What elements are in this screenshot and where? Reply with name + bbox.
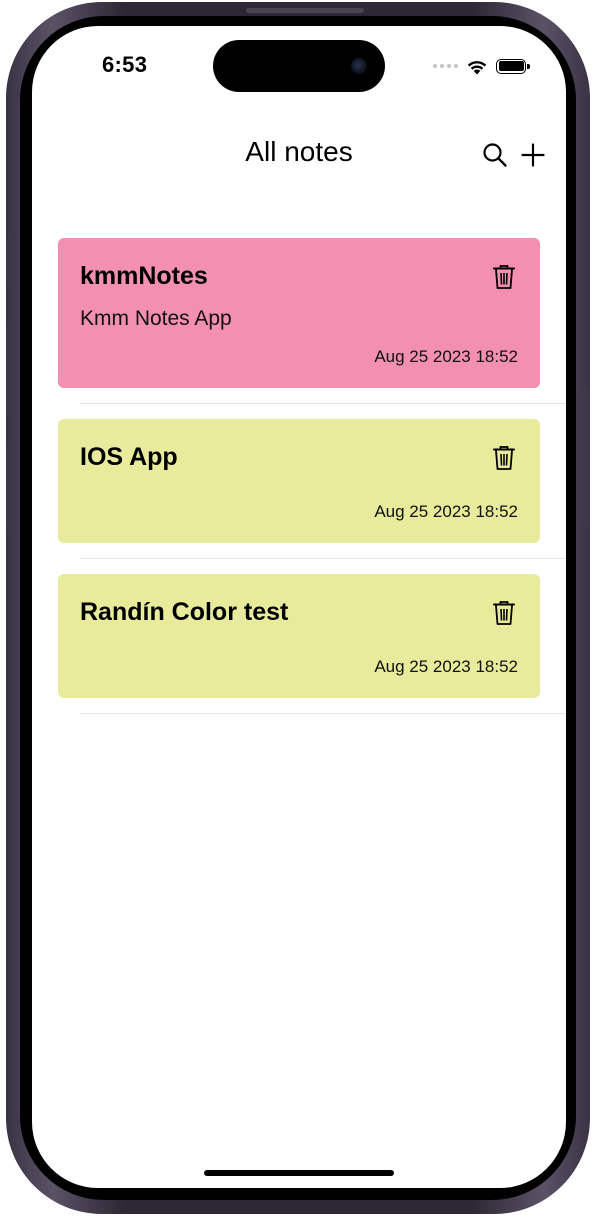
trash-icon xyxy=(493,601,515,625)
add-note-button[interactable] xyxy=(520,142,546,168)
status-indicators xyxy=(433,56,530,76)
note-card[interactable]: kmmNotes Kmm Notes App Aug 25 2023 18:52 xyxy=(58,238,540,388)
screen: 6:53 All notes kmmNotes Kmm Notes App Au… xyxy=(32,26,566,1188)
note-card[interactable]: IOS App Aug 25 2023 18:52 xyxy=(58,419,540,543)
battery-icon xyxy=(496,58,530,74)
divider xyxy=(80,403,566,404)
list-item: Randín Color test Aug 25 2023 18:52 xyxy=(58,574,566,714)
wifi-icon xyxy=(467,60,487,74)
dynamic-island xyxy=(213,40,385,92)
action-button xyxy=(7,238,13,284)
divider xyxy=(80,558,566,559)
plus-icon xyxy=(521,143,545,167)
list-item: IOS App Aug 25 2023 18:52 xyxy=(58,419,566,574)
search-button[interactable] xyxy=(482,142,508,168)
note-title: kmmNotes xyxy=(80,262,208,290)
camera-icon xyxy=(351,58,367,74)
divider xyxy=(80,713,566,714)
volume-down-button xyxy=(7,442,13,534)
note-title: IOS App xyxy=(80,443,178,471)
volume-up-button xyxy=(7,324,13,416)
note-card[interactable]: Randín Color test Aug 25 2023 18:52 xyxy=(58,574,540,698)
speaker-grille xyxy=(246,8,364,13)
status-time: 6:53 xyxy=(102,52,148,77)
note-title: Randín Color test xyxy=(80,598,289,626)
home-indicator[interactable] xyxy=(204,1170,394,1176)
delete-note-button[interactable] xyxy=(492,445,518,471)
list-item: kmmNotes Kmm Notes App Aug 25 2023 18:52 xyxy=(58,238,566,419)
note-body: Kmm Notes App xyxy=(80,307,232,330)
delete-note-button[interactable] xyxy=(492,264,518,290)
power-button xyxy=(583,388,589,528)
trash-icon xyxy=(493,265,515,289)
delete-note-button[interactable] xyxy=(492,600,518,626)
note-date: Aug 25 2023 18:52 xyxy=(374,657,518,676)
note-date: Aug 25 2023 18:52 xyxy=(374,347,518,366)
note-date: Aug 25 2023 18:52 xyxy=(374,502,518,521)
trash-icon xyxy=(493,446,515,470)
cellular-signal-icon xyxy=(433,64,458,68)
search-icon xyxy=(483,143,507,167)
notes-list: kmmNotes Kmm Notes App Aug 25 2023 18:52 xyxy=(58,238,566,714)
